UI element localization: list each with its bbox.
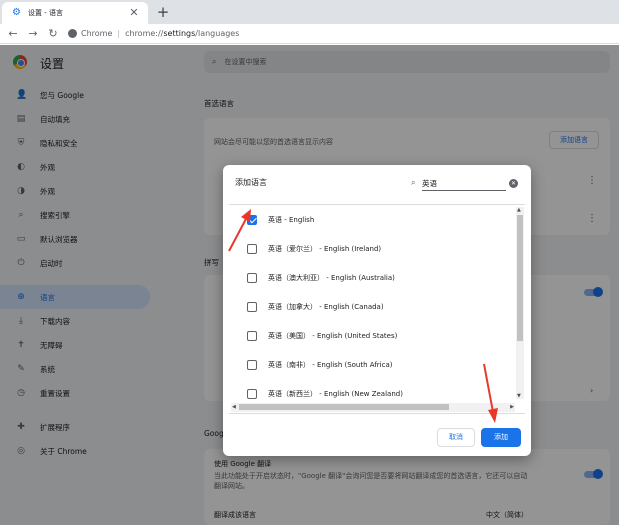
- forward-button[interactable]: →: [26, 27, 40, 41]
- language-label: 英语（南非） - English (South Africa): [268, 360, 393, 369]
- url-text: chrome://settings/languages: [125, 29, 240, 38]
- address-separator: |: [117, 29, 121, 38]
- checkbox[interactable]: [247, 330, 257, 341]
- site-label: Chrome: [81, 29, 113, 38]
- language-label: 英语（爱尔兰） - English (Ireland): [268, 244, 382, 253]
- scrollbar-thumb[interactable]: [239, 404, 449, 410]
- cancel-button[interactable]: 取消: [437, 428, 475, 447]
- tab-close-icon[interactable]: ✕: [128, 7, 140, 19]
- scroll-right-icon[interactable]: ▶: [510, 404, 514, 410]
- checkbox[interactable]: [247, 301, 257, 312]
- clear-search-icon[interactable]: ✕: [509, 179, 518, 188]
- tab-strip: ⚙ 设置 - 语言 ✕ +: [0, 0, 619, 24]
- add-button[interactable]: 添加: [481, 428, 521, 447]
- search-icon: ⌕: [411, 178, 416, 187]
- language-label: 英语（澳大利亚） - English (Australia): [268, 273, 395, 282]
- language-option[interactable]: 英语 - English: [229, 205, 519, 234]
- language-label: 英语（美国） - English (United States): [268, 331, 398, 340]
- checkbox[interactable]: [247, 243, 257, 254]
- language-list: 英语（新西兰） - English (New Zealand) 英语（南非） - …: [229, 204, 525, 414]
- tab-settings-languages[interactable]: ⚙ 设置 - 语言 ✕: [2, 2, 148, 24]
- dialog-title: 添加语言: [235, 178, 267, 187]
- gear-icon: ⚙: [12, 7, 21, 18]
- language-option[interactable]: 英语（加拿大） - English (Canada): [229, 292, 519, 321]
- checkbox-checked[interactable]: [247, 214, 257, 225]
- scroll-up-icon[interactable]: ▲: [517, 207, 521, 213]
- back-button[interactable]: ←: [6, 27, 20, 41]
- language-option[interactable]: 英语（南非） - English (South Africa): [229, 350, 519, 379]
- scrollbar-thumb[interactable]: [517, 215, 523, 341]
- language-option[interactable]: 英语（美国） - English (United States): [229, 321, 519, 350]
- add-language-dialog: 添加语言 ⌕ 英语 ✕ 英语（新西兰） - English (New Zeala…: [223, 165, 531, 456]
- language-option[interactable]: 英语（爱尔兰） - English (Ireland): [229, 234, 519, 263]
- language-label: 英语（新西兰） - English (New Zealand): [268, 389, 403, 398]
- dialog-search-field[interactable]: ⌕ 英语 ✕: [411, 176, 519, 192]
- chrome-site-icon: [68, 29, 77, 38]
- language-label: 英语（加拿大） - English (Canada): [268, 302, 384, 311]
- language-label: 英语 - English: [268, 215, 315, 224]
- address-bar[interactable]: Chrome | chrome://settings/languages: [68, 26, 239, 42]
- checkbox[interactable]: [247, 272, 257, 283]
- dialog-search-input[interactable]: 英语: [422, 178, 506, 191]
- toolbar: ← → ↻ Chrome | chrome://settings/languag…: [0, 24, 619, 44]
- vertical-scrollbar[interactable]: ▲ ▼: [516, 207, 524, 399]
- new-tab-button[interactable]: +: [155, 4, 171, 20]
- tab-title: 设置 - 语言: [28, 9, 63, 17]
- scroll-left-icon[interactable]: ◀: [232, 404, 236, 410]
- language-option[interactable]: 英语（澳大利亚） - English (Australia): [229, 263, 519, 292]
- scroll-down-icon[interactable]: ▼: [517, 393, 521, 399]
- horizontal-scrollbar[interactable]: ◀ ▶: [231, 403, 515, 412]
- checkbox[interactable]: [247, 359, 257, 370]
- reload-button[interactable]: ↻: [46, 27, 60, 41]
- checkbox[interactable]: [247, 388, 257, 399]
